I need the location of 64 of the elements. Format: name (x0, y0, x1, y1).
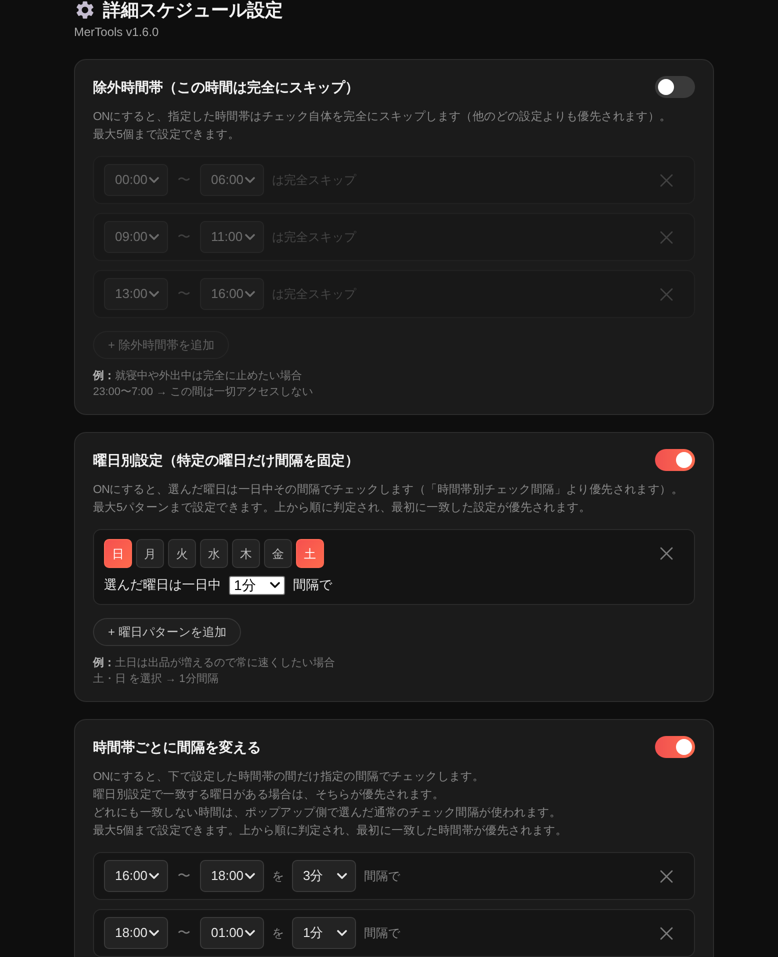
chevron-down-icon (245, 873, 255, 879)
description-text: 最大5個まで設定できます。 (93, 128, 240, 143)
page-title: 詳細スケジュール設定 (103, 0, 283, 20)
section-title: 時間帯ごとに間隔を変える (93, 738, 261, 756)
description-text: ONにすると、下で設定した時間帯の間だけ指定の間隔でチェックします。 (93, 770, 484, 785)
pattern-label: 選んだ曜日は一日中 (104, 576, 221, 594)
range-separator: 〜 (176, 172, 192, 188)
description-text: ONにすると、指定した時間帯はチェック自体を完全にスキップします（他のどの設定よりも優先されます）。 (93, 109, 672, 125)
interval-select[interactable]: 1分 (229, 576, 285, 594)
description-text: ONにすると、選んだ曜日は一日中その間隔でチェックします（「時間帯別チェック間隔」より優先されます）。 (93, 482, 683, 498)
interval-select[interactable]: 3分 (292, 860, 356, 892)
range-separator: 〜 (176, 229, 192, 245)
range-separator: 〜 (176, 286, 192, 302)
weekday-toggle[interactable]: 水 (200, 539, 228, 568)
example-text: 例：土日は出品が増えるので常に速くしたい場合 (93, 656, 335, 671)
close-icon (660, 870, 672, 882)
description-text: 最大5個まで設定できます。上から順に判定され、最初に一致した時間帯が優先されます。 (93, 823, 568, 839)
chevron-down-icon (337, 873, 347, 879)
section-title: 除外時間帯（この時間は完全にスキップ） (93, 78, 359, 96)
range-separator: 〜 (176, 925, 192, 941)
weekday-toggle[interactable]: 月 (136, 539, 164, 568)
section-title: 曜日別設定（特定の曜日だけ間隔を固定） (93, 451, 359, 469)
chevron-down-icon (270, 582, 280, 588)
interval-select[interactable]: 1分 (292, 917, 356, 949)
chevron-down-icon (149, 930, 159, 936)
close-icon (660, 547, 672, 560)
gear-icon (76, 1, 94, 19)
add-button[interactable]: + 曜日パターンを追加 (93, 618, 242, 646)
example-text: 土・日 を選択 → 1分間隔 (93, 672, 218, 687)
weekday-toggle[interactable]: 火 (168, 539, 196, 568)
chevron-down-icon (337, 930, 347, 936)
chevron-down-icon (245, 930, 255, 936)
chevron-down-icon (149, 177, 159, 183)
chevron-down-icon (245, 234, 255, 240)
toggle-switch[interactable] (655, 76, 695, 98)
example-text: 例：就寝中や外出中は完全に止めたい場合 (93, 368, 302, 384)
end-time-select[interactable]: 01:00 (200, 917, 264, 949)
version-text: MerTools v1.6.0 (74, 24, 159, 40)
chevron-down-icon (149, 873, 159, 879)
chevron-down-icon (149, 234, 159, 240)
example-text: 23:00〜7:00 → この間は一切アクセスしない (93, 385, 314, 400)
close-icon (660, 288, 672, 300)
end-time-select[interactable]: 18:00 (200, 860, 264, 892)
start-time-select[interactable]: 16:00 (104, 860, 168, 892)
chevron-down-icon (149, 291, 159, 297)
description-text: どれにも一致しない時間は、ポップアップ側で選んだ通常のチェック間隔が使われます。 (93, 805, 562, 821)
pattern-suffix-text: 間隔で (293, 576, 332, 594)
toggle-switch[interactable] (655, 736, 695, 758)
start-time-select[interactable]: 18:00 (104, 917, 168, 949)
close-icon (660, 926, 672, 940)
description-text: 最大5パターンまで設定できます。上から順に判定され、最初に一致した設定が優先されます。 (93, 500, 590, 516)
range-separator: 〜 (176, 868, 192, 884)
row-suffix-text: 間隔で (364, 925, 400, 941)
close-icon (660, 230, 672, 244)
close-icon (660, 174, 672, 186)
chevron-down-icon (245, 291, 255, 297)
description-text: 曜日別設定で一致する曜日がある場合は、そちらが優先されます。 (93, 788, 444, 803)
weekday-toggle[interactable]: 木 (232, 539, 260, 568)
chevron-down-icon (245, 177, 255, 183)
weekday-toggle[interactable]: 金 (264, 539, 292, 568)
connector-text: を (272, 925, 284, 941)
connector-text: を (272, 868, 284, 884)
row-suffix-text: 間隔で (364, 868, 400, 884)
toggle-switch[interactable] (655, 449, 695, 471)
